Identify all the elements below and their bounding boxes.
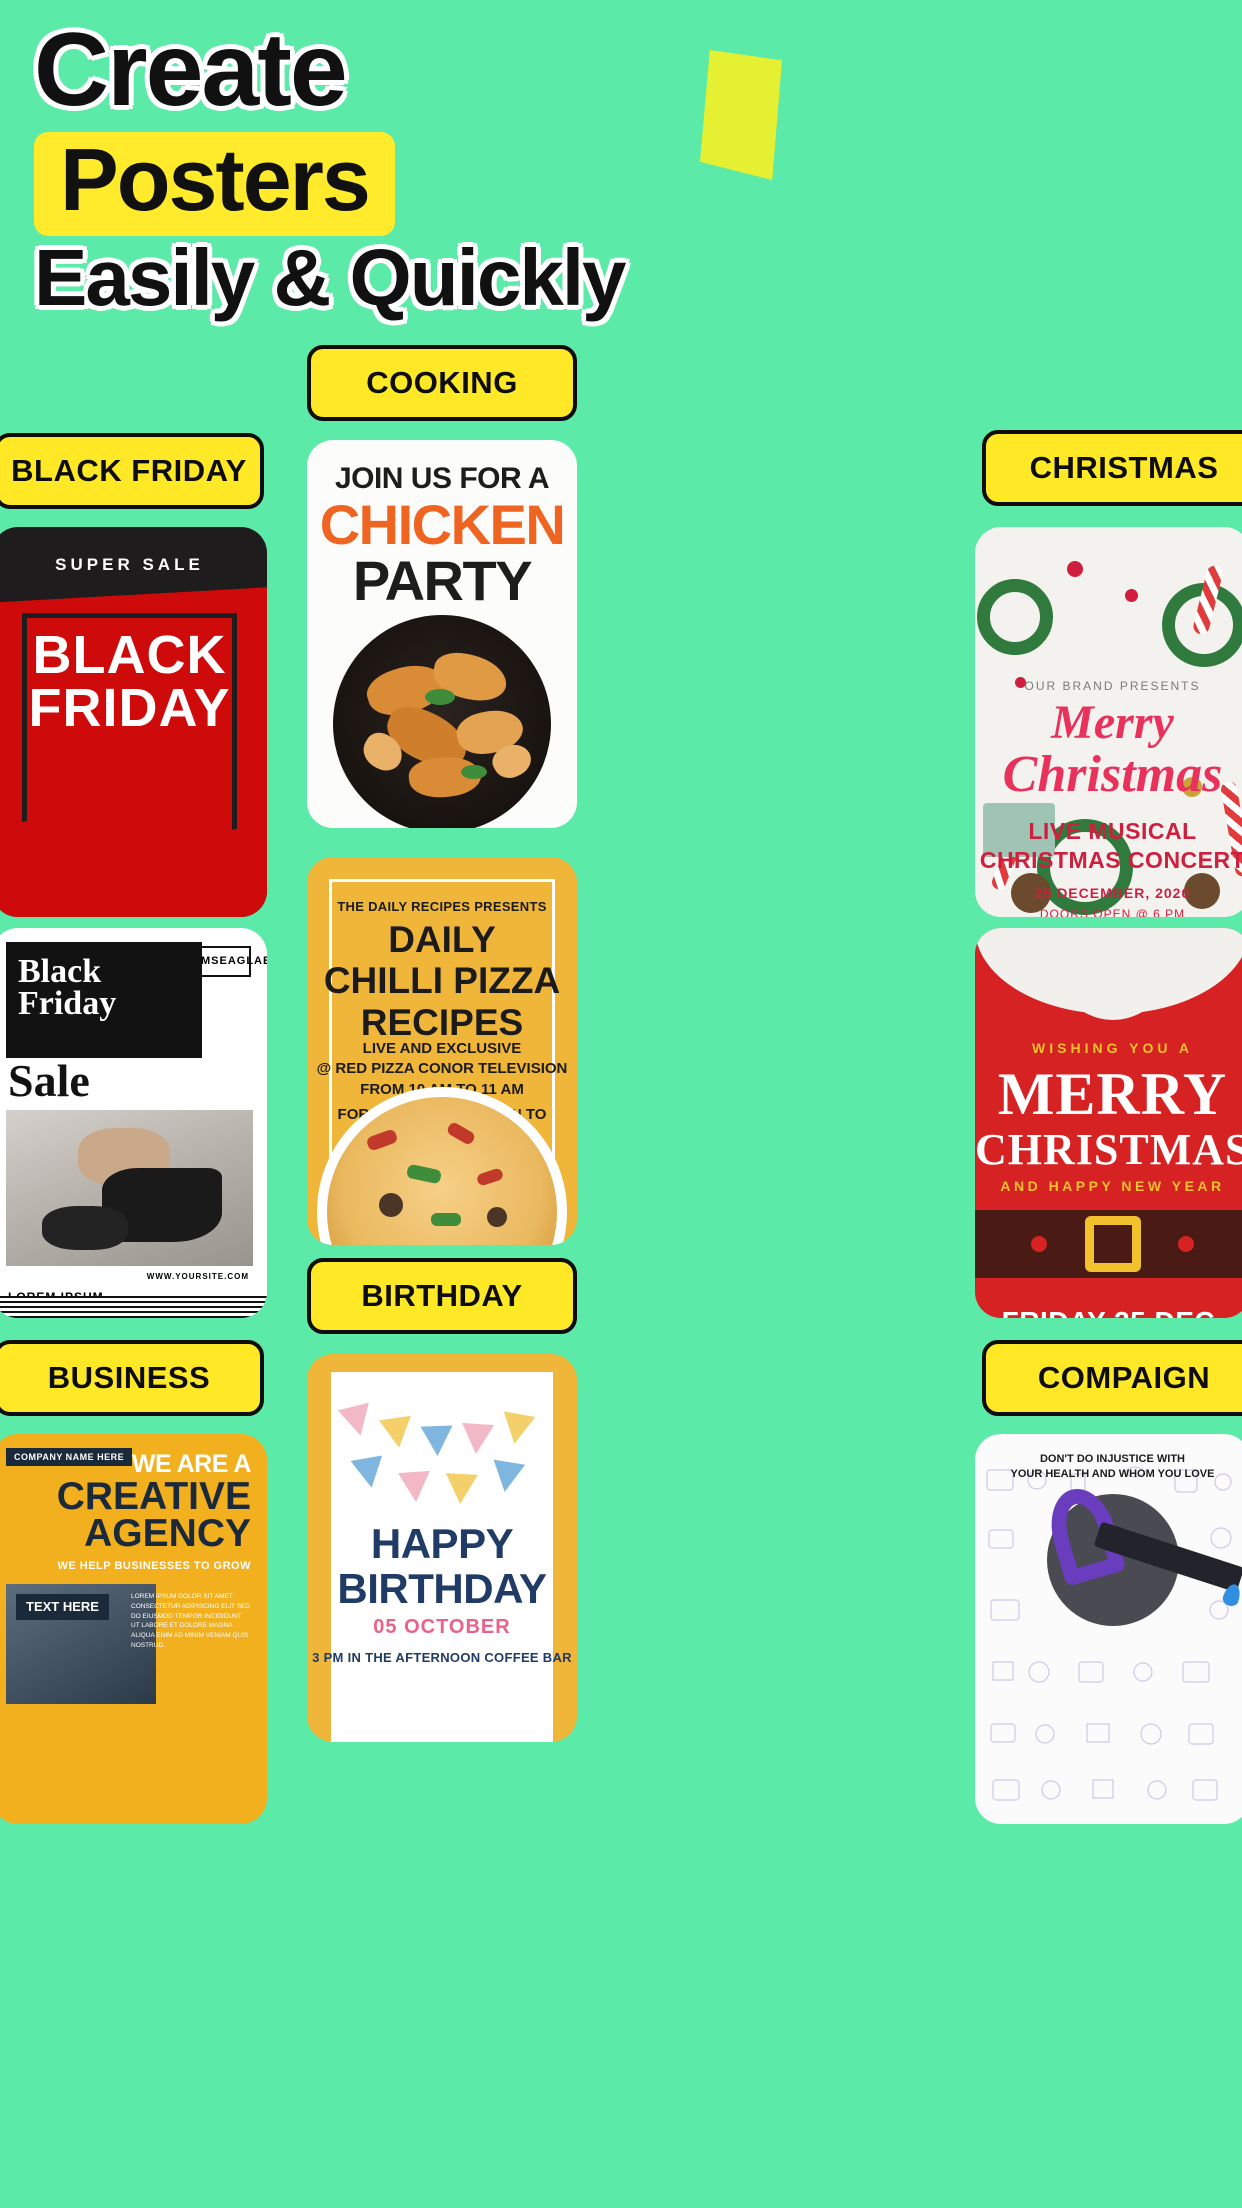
doodle-background <box>975 1434 1242 1824</box>
wishing-you-a-text: WISHING YOU A <box>1032 1040 1193 1056</box>
birthday-time-place: 3 PM IN THE AFTERNOON COFFEE BAR <box>312 1650 572 1665</box>
creative-agency-title: CREATIVE AGENCY <box>56 1475 251 1556</box>
poster-card-creative-agency[interactable]: COMPANY NAME HERE WE ARE A CREATIVE AGEN… <box>0 1434 267 1824</box>
campaign-headline: DON'T DO INJUSTICE WITH YOUR HEALTH AND … <box>975 1452 1242 1483</box>
doors-open-text: DOORS OPEN @ 6 PM <box>1039 907 1186 917</box>
poster-card-chicken-party[interactable]: JOIN US FOR A CHICKEN PARTY DELICIOUS HO… <box>307 440 577 828</box>
christmas-script-text: Christmas <box>1002 746 1223 803</box>
category-pill-business[interactable]: BUSINESS <box>0 1340 264 1416</box>
poster-card-campaign[interactable]: DON'T DO INJUSTICE WITH YOUR HEALTH AND … <box>975 1434 1242 1824</box>
campaign-headline-line1: DON'T DO INJUSTICE WITH <box>1039 1453 1185 1465</box>
bfs-black: Black <box>18 953 102 990</box>
santa-date-text: FRIDAY 25 DEC, 2020 <box>975 1306 1242 1318</box>
help-businesses-text: WE HELP BUSINESSES TO GROW <box>57 1560 251 1572</box>
creative-word: CREATIVE <box>56 1475 251 1518</box>
category-pill-christmas-label: CHRISTMAS <box>1029 450 1219 485</box>
concert-headline: LIVE MUSICAL CHRISTMAS CONCERT <box>975 817 1242 875</box>
santa-buckle-shape <box>1084 1216 1141 1272</box>
stripe-decoration <box>0 1296 267 1318</box>
category-pill-birthday-label: BIRTHDAY <box>361 1278 523 1313</box>
fried-chicken-plate-image <box>333 615 551 828</box>
black-friday-title-line1: BLACK <box>32 625 227 685</box>
pizza-title: DAILY CHILLI PIZZA RECIPES <box>307 919 577 1043</box>
campaign-headline-line2: YOUR HEALTH AND WHOM YOU LOVE <box>1010 1468 1215 1481</box>
black-friday-title-line2: FRIDAY <box>28 677 231 738</box>
category-pill-business-label: BUSINESS <box>47 1360 211 1395</box>
model-photo <box>6 1110 253 1266</box>
happy-new-year-text: AND HAPPY NEW YEAR <box>1000 1178 1225 1194</box>
pizza-presents-text: THE DAILY RECIPES PRESENTS <box>337 899 547 914</box>
santa-merry-text: MERRY <box>997 1061 1228 1127</box>
black-friday-sale-title: Black Friday <box>18 953 198 1023</box>
category-pill-black-friday[interactable]: BLACK FRIDAY <box>0 433 264 509</box>
pizza-title-line1: DAILY <box>388 919 496 960</box>
pizza-title-line2: CHILLI PIZZA <box>323 960 561 1002</box>
poster-card-daily-pizza[interactable]: THE DAILY RECIPES PRESENTS DAILY CHILLI … <box>307 857 577 1245</box>
concert-date: 25 DECEMBER, 2020 <box>1034 885 1191 901</box>
category-pill-cooking-label: COOKING <box>366 365 518 400</box>
category-pill-birthday[interactable]: BIRTHDAY <box>307 1258 577 1334</box>
concert-headline-line2: CHRISTMAS CONCERT <box>979 846 1242 873</box>
birthday-title: HAPPY BIRTHDAY <box>307 1520 577 1612</box>
black-friday-title: BLACK FRIDAY <box>0 625 267 738</box>
brand-mark-badge: MSEAGLAE <box>199 946 267 977</box>
poster-card-santa-christmas[interactable]: WISHING YOU A MERRY CHRISTMAS AND HAPPY … <box>975 928 1242 1318</box>
ornament-1 <box>1067 561 1083 577</box>
text-here-badge: TEXT HERE <box>16 1594 109 1621</box>
belt-dot-right <box>1178 1236 1194 1252</box>
poster-card-black-friday-sale[interactable]: Black Friday MSEAGLAE Sale WWW.YOURSITE.… <box>0 928 267 1318</box>
bfs-website: WWW.YOURSITE.COM <box>146 1272 249 1281</box>
category-pill-cooking[interactable]: COOKING <box>307 345 577 421</box>
super-sale-label: SUPER SALE <box>55 555 204 574</box>
category-pill-compaign-label: COMPAIGN <box>1037 1360 1211 1395</box>
hero-title-line2: Posters <box>60 130 371 229</box>
birthday-date: 05 OCTOBER <box>373 1616 511 1638</box>
belt-dot-left <box>1031 1236 1047 1252</box>
hero-title-line3: Easily & Quickly <box>34 233 627 322</box>
santa-christmas-text: CHRISTMAS <box>975 1125 1242 1174</box>
ornament-2 <box>1125 589 1138 602</box>
join-us-text: JOIN US FOR A <box>334 462 550 495</box>
poster-card-christmas-photo[interactable]: OUR BRAND PRESENTS Merry Christmas LIVE … <box>975 527 1242 917</box>
hero-title-highlight: Posters <box>34 132 395 236</box>
party-title: PARTY <box>352 549 533 612</box>
wreath-decoration-1 <box>977 579 1053 655</box>
hero-section: Create Posters Easily & Quickly <box>0 0 1242 340</box>
decorative-quad-shape <box>700 50 782 180</box>
brand-presents-text: OUR BRAND PRESENTS <box>1024 679 1201 693</box>
agency-body-text: LOREM IPSUM DOLOR SIT AMET CONSECTETUR A… <box>131 1593 251 1649</box>
category-pill-black-friday-label: BLACK FRIDAY <box>11 453 247 488</box>
agency-word: AGENCY <box>84 1512 251 1556</box>
pizza-subtext-line2: @ RED PIZZA CONOR TELEVISION <box>316 1060 568 1078</box>
merry-script-text: Merry <box>1051 696 1174 749</box>
birthday-happy-word: HAPPY <box>370 1520 514 1567</box>
category-pill-compaign[interactable]: COMPAIGN <box>982 1340 1242 1416</box>
poster-card-black-friday-dark[interactable]: SUPER SALE BLACK FRIDAY 50% OFF EVERYTHI… <box>0 527 267 917</box>
birthday-birthday-word: BIRTHDAY <box>337 1564 547 1612</box>
concert-headline-line1: LIVE MUSICAL <box>1028 818 1197 844</box>
category-pill-christmas[interactable]: CHRISTMAS <box>982 430 1242 506</box>
bfs-sale-word: Sale <box>8 1055 90 1106</box>
hero-title-line1: Create <box>34 12 348 128</box>
company-name-badge: COMPANY NAME HERE <box>6 1448 133 1466</box>
poster-card-happy-birthday[interactable]: HAPPY BIRTHDAY 05 OCTOBER 3 PM IN THE AF… <box>307 1354 577 1742</box>
pizza-subtext-line1: LIVE AND EXCLUSIVE <box>362 1040 522 1057</box>
bfs-friday: Friday <box>18 985 117 1023</box>
pizza-title-line3: RECIPES <box>360 1001 524 1043</box>
